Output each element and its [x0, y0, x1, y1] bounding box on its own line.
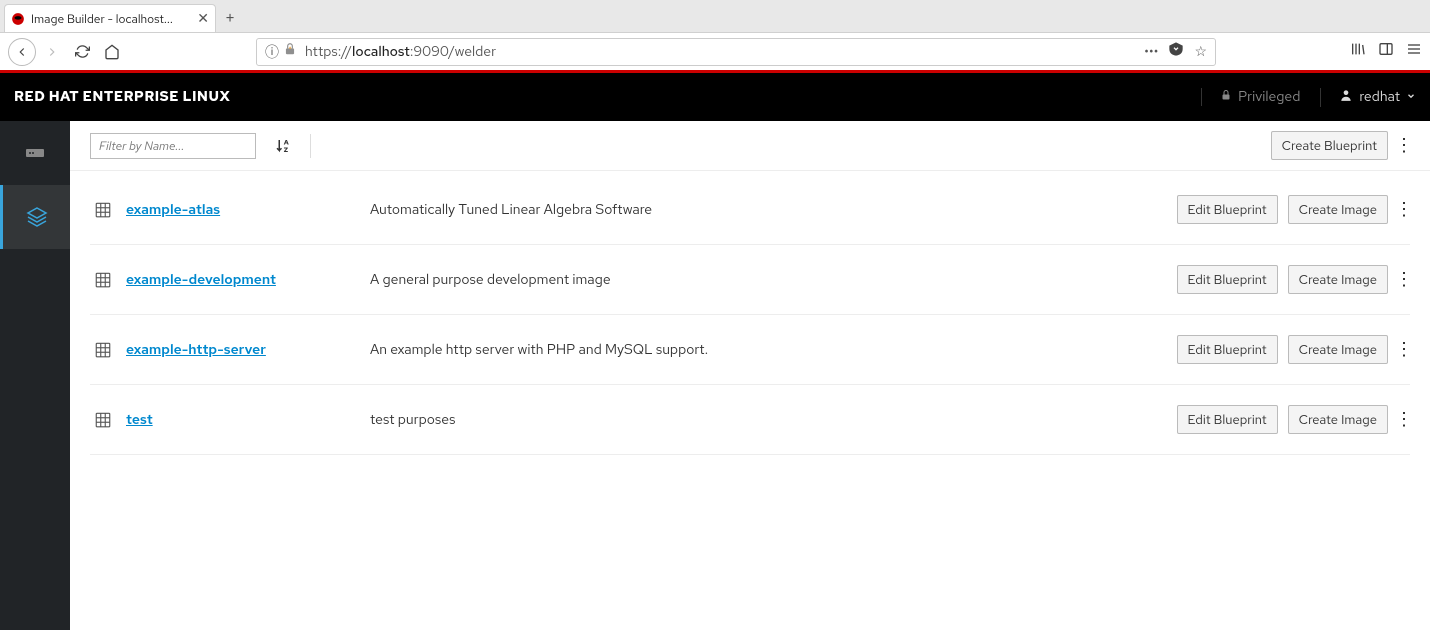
tab-title: Image Builder - localhost...: [31, 11, 191, 27]
row-kebab-menu[interactable]: ⋮: [1398, 198, 1410, 221]
blueprint-name-link[interactable]: example-http-server: [126, 341, 370, 359]
info-icon: ⓘ: [265, 42, 279, 62]
create-image-button[interactable]: Create Image: [1288, 195, 1388, 224]
filter-input[interactable]: [90, 133, 256, 159]
toolbar-kebab-menu[interactable]: ⋮: [1398, 134, 1410, 157]
user-menu[interactable]: redhat: [1320, 88, 1416, 107]
blueprint-description: A general purpose development image: [370, 271, 1177, 289]
toolbar-separator: [310, 134, 311, 158]
create-image-button[interactable]: Create Image: [1288, 405, 1388, 434]
blueprint-description: test purposes: [370, 411, 1177, 429]
create-image-button[interactable]: Create Image: [1288, 335, 1388, 364]
create-blueprint-button[interactable]: Create Blueprint: [1271, 131, 1388, 160]
create-image-button[interactable]: Create Image: [1288, 265, 1388, 294]
brand-title: RED HAT ENTERPRISE LINUX: [14, 88, 231, 106]
blueprint-row: example-atlas Automatically Tuned Linear…: [90, 175, 1410, 245]
user-icon: [1339, 88, 1353, 107]
blueprint-icon: [90, 201, 116, 219]
edit-blueprint-button[interactable]: Edit Blueprint: [1177, 265, 1278, 294]
blueprint-row: test test purposes Edit Blueprint Create…: [90, 385, 1410, 455]
close-tab-icon[interactable]: ✕: [197, 10, 209, 28]
blueprint-row: example-http-server An example http serv…: [90, 315, 1410, 385]
pocket-icon[interactable]: [1168, 41, 1184, 62]
home-button[interactable]: [98, 38, 126, 66]
sidebar-icon[interactable]: [1378, 41, 1394, 62]
blueprint-description: An example http server with PHP and MySQ…: [370, 341, 1177, 359]
back-button[interactable]: [8, 38, 36, 66]
forward-button: [38, 38, 66, 66]
privileged-indicator[interactable]: Privileged: [1201, 88, 1304, 106]
more-icon[interactable]: •••: [1144, 43, 1158, 61]
chevron-down-icon: [1406, 88, 1416, 106]
blueprint-icon: [90, 411, 116, 429]
menu-icon[interactable]: [1406, 41, 1422, 62]
blueprint-name-link[interactable]: example-development: [126, 271, 370, 289]
sort-button[interactable]: AZ: [270, 133, 296, 159]
sidebar-item-image-builder[interactable]: [0, 185, 70, 249]
blueprint-row: example-development A general purpose de…: [90, 245, 1410, 315]
blueprint-name-link[interactable]: test: [126, 411, 370, 429]
lock-icon: [1220, 88, 1232, 106]
browser-tab[interactable]: Image Builder - localhost... ✕: [4, 4, 216, 32]
redhat-favicon-icon: [11, 12, 25, 26]
edit-blueprint-button[interactable]: Edit Blueprint: [1177, 335, 1278, 364]
url-text: https://localhost:9090/welder: [305, 43, 1136, 61]
sidebar-item-host[interactable]: [0, 121, 70, 185]
reload-button[interactable]: [68, 38, 96, 66]
url-bar[interactable]: ⓘ https://localhost:9090/welder ••• ☆: [256, 38, 1216, 66]
library-icon[interactable]: [1350, 41, 1366, 62]
lock-warning-icon: [283, 42, 297, 61]
row-kebab-menu[interactable]: ⋮: [1398, 338, 1410, 361]
blueprint-icon: [90, 341, 116, 359]
blueprint-icon: [90, 271, 116, 289]
star-icon[interactable]: ☆: [1194, 43, 1207, 61]
edit-blueprint-button[interactable]: Edit Blueprint: [1177, 195, 1278, 224]
blueprint-name-link[interactable]: example-atlas: [126, 201, 370, 219]
new-tab-button[interactable]: +: [216, 4, 244, 32]
edit-blueprint-button[interactable]: Edit Blueprint: [1177, 405, 1278, 434]
row-kebab-menu[interactable]: ⋮: [1398, 408, 1410, 431]
row-kebab-menu[interactable]: ⋮: [1398, 268, 1410, 291]
blueprint-description: Automatically Tuned Linear Algebra Softw…: [370, 201, 1177, 219]
